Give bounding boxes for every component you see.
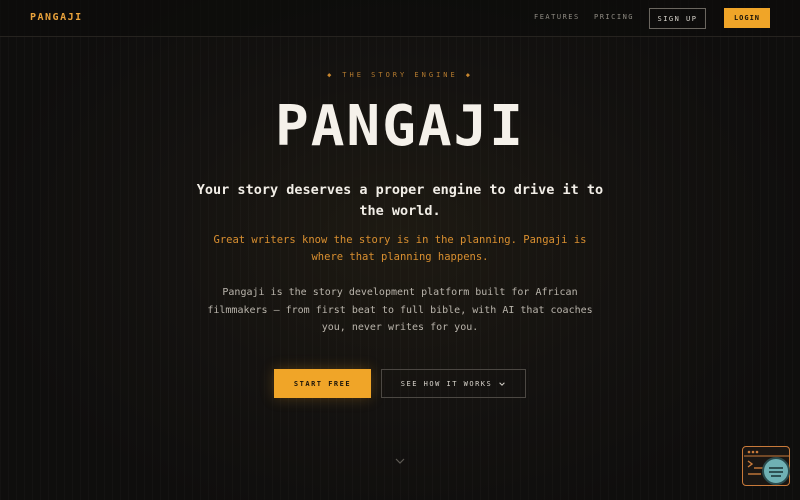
- start-free-button[interactable]: START FREE: [274, 369, 371, 398]
- diamond-icon: ◆: [327, 71, 335, 79]
- see-how-it-works-button[interactable]: SEE HOW IT WORKS: [381, 369, 526, 398]
- signup-button-label: SIGN UP: [657, 14, 698, 23]
- logo[interactable]: PANGAJI: [30, 12, 83, 23]
- hero-subtitle-accent: Great writers know the story is in the p…: [213, 234, 587, 263]
- eyebrow-text: THE STORY ENGINE: [342, 71, 458, 79]
- start-free-label: START FREE: [293, 379, 352, 388]
- top-nav: PANGAJI FEATURES PRICING SIGN UP LOGIN: [0, 0, 800, 37]
- eyebrow: ◆ THE STORY ENGINE ◆: [0, 71, 800, 79]
- magnifier-icon[interactable]: [762, 457, 790, 485]
- login-button-label: LOGIN: [733, 14, 761, 22]
- hero-title: PANGAJI: [274, 94, 525, 159]
- diamond-icon: ◆: [465, 71, 473, 79]
- nav-link-pricing[interactable]: PRICING: [594, 13, 634, 21]
- hero-description: Pangaji is the story development platfor…: [207, 287, 593, 333]
- signup-button[interactable]: SIGN UP: [649, 8, 706, 29]
- nav-link-features[interactable]: FEATURES: [534, 13, 580, 21]
- login-button[interactable]: LOGIN: [724, 8, 770, 28]
- chevron-down-icon: [499, 381, 505, 386]
- hero-tagline: Your story deserves a proper engine to d…: [196, 182, 604, 219]
- see-how-label: SEE HOW IT WORKS: [400, 379, 493, 388]
- scroll-down-icon[interactable]: [394, 455, 406, 467]
